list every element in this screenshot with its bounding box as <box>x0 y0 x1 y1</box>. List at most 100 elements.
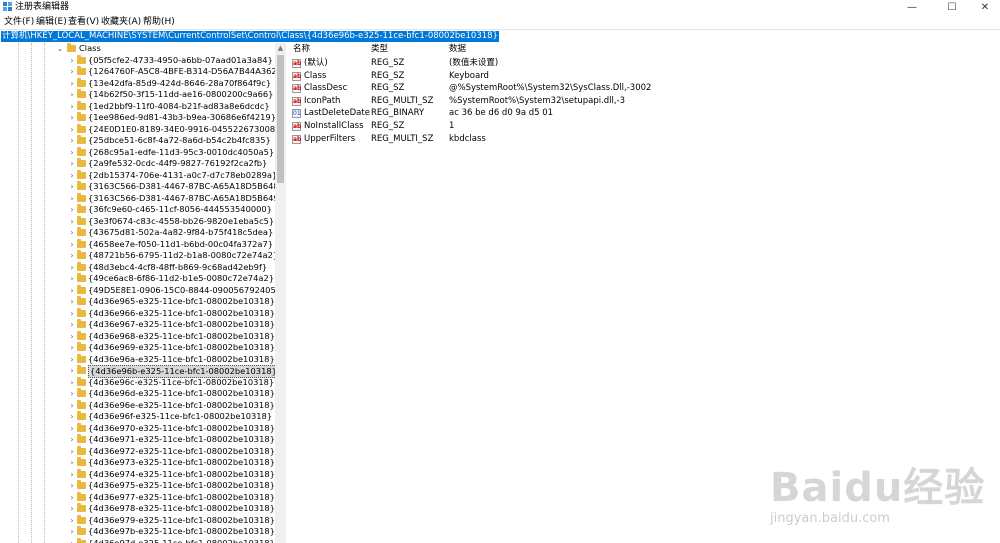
chevron-right-icon[interactable]: › <box>68 469 76 480</box>
column-header-name[interactable]: 名称 <box>293 43 310 55</box>
chevron-right-icon[interactable]: › <box>68 216 76 227</box>
tree-node[interactable]: › {48721b56-6795-11d2-b1a8-0080c72e74a2} <box>68 250 275 262</box>
tree-node[interactable]: › {05f5cfe2-4733-4950-a6bb-07aad01a3a84} <box>68 54 273 67</box>
chevron-right-icon[interactable]: › <box>68 285 76 296</box>
chevron-right-icon[interactable]: › <box>68 411 76 422</box>
chevron-right-icon[interactable]: › <box>68 66 76 77</box>
value-row[interactable]: ab Class REG_SZ Keyboard <box>289 70 1000 83</box>
menu-file[interactable]: 文件(F) <box>4 16 34 28</box>
tree-node[interactable]: › {4d36e979-e325-11ce-bfc1-08002be10318} <box>68 514 275 527</box>
chevron-right-icon[interactable]: › <box>68 377 76 388</box>
chevron-right-icon[interactable]: › <box>68 480 76 491</box>
tree-node[interactable]: › {4d36e972-e325-11ce-bfc1-08002be10318} <box>68 445 275 458</box>
chevron-right-icon[interactable]: › <box>68 181 76 192</box>
tree-node[interactable]: › {4d36e973-e325-11ce-bfc1-08002be10318} <box>68 457 275 469</box>
chevron-right-icon[interactable]: › <box>68 112 76 123</box>
column-header-type[interactable]: 类型 <box>371 43 388 55</box>
chevron-right-icon[interactable]: › <box>68 262 76 273</box>
tree-node[interactable]: › {13e42dfa-85d9-424d-8646-28a70f864f9c} <box>68 77 273 90</box>
close-button[interactable]: ✕ <box>970 0 1000 15</box>
menu-edit[interactable]: 编辑(E) <box>36 16 67 28</box>
tree-node[interactable]: › {4d36e966-e325-11ce-bfc1-08002be10318} <box>68 307 275 320</box>
scroll-up-icon[interactable]: ▲ <box>275 43 286 54</box>
chevron-right-icon[interactable]: › <box>68 388 76 399</box>
tree-node[interactable]: › {3e3f0674-c83c-4558-bb26-9820e1eba5c5} <box>68 215 274 228</box>
chevron-right-icon[interactable]: › <box>68 446 76 457</box>
tree-node[interactable]: › {1ee986ed-9d81-43b3-b9ea-30686e6f4219} <box>68 112 275 124</box>
tree-node[interactable]: › {4d36e974-e325-11ce-bfc1-08002be10318} <box>68 468 275 481</box>
tree-node[interactable]: › {36fc9e60-c465-11cf-8056-444553540000} <box>68 204 273 216</box>
tree-node[interactable]: › {4d36e96f-e325-11ce-bfc1-08002be10318} <box>68 411 273 423</box>
tree-node[interactable]: › {3163C566-D381-4467-87BC-A65A18D5B649} <box>68 192 275 205</box>
column-header-data[interactable]: 数据 <box>449 43 466 55</box>
tree-node[interactable]: › {4d36e970-e325-11ce-bfc1-08002be10318} <box>68 422 275 435</box>
chevron-right-icon[interactable]: › <box>68 526 76 537</box>
tree-node[interactable]: › {4d36e968-e325-11ce-bfc1-08002be10318} <box>68 330 275 343</box>
maximize-button[interactable]: ☐ <box>937 0 967 15</box>
menu-favorites[interactable]: 收藏夹(A) <box>101 16 141 28</box>
value-row[interactable]: 01 LastDeleteDate REG_BINARY ac 36 be d6 d0… <box>289 107 1000 120</box>
tree-node[interactable]: › {49ce6ac8-6f86-11d2-b1e5-0080c72e74a2} <box>68 273 274 285</box>
value-row[interactable]: ab UpperFilters REG_MULTI_SZ kbdclass <box>289 133 1000 146</box>
chevron-right-icon[interactable]: › <box>68 319 76 330</box>
chevron-right-icon[interactable]: › <box>68 135 76 146</box>
chevron-right-icon[interactable]: › <box>68 55 76 66</box>
value-row[interactable]: ab IconPath REG_MULTI_SZ %SystemRoot%\Syste… <box>289 95 1000 108</box>
chevron-right-icon[interactable]: › <box>68 239 76 250</box>
chevron-right-icon[interactable]: › <box>68 342 76 353</box>
chevron-right-icon[interactable]: › <box>68 308 76 319</box>
tree-node[interactable]: › {4d36e96c-e325-11ce-bfc1-08002be10318} <box>68 376 274 389</box>
menu-help[interactable]: 帮助(H) <box>143 16 175 28</box>
chevron-right-icon[interactable]: › <box>68 400 76 411</box>
tree-node[interactable]: › {24E0D1E0-8189-34E0-9916-045522673008} <box>68 123 275 136</box>
chevron-down-icon[interactable]: ⌄ <box>56 43 64 54</box>
tree-node-class[interactable]: ⌄ Class <box>56 43 256 55</box>
tree-node[interactable]: › {43675d81-502a-4a82-9f84-b75f418c5dea} <box>68 227 273 239</box>
chevron-right-icon[interactable]: › <box>68 457 76 468</box>
tree-node[interactable]: › {4d36e978-e325-11ce-bfc1-08002be10318} <box>68 503 275 515</box>
chevron-right-icon[interactable]: › <box>68 158 76 169</box>
key-tree[interactable]: ⌄ Class › {05f5cfe2-4733-4950-a6bb-07aad0… <box>0 43 275 543</box>
tree-node[interactable]: › {4d36e96a-e325-11ce-bfc1-08002be10318} <box>68 353 275 366</box>
tree-node[interactable]: › {1264760F-A5C8-4BFE-B314-D56A7B44A362} <box>68 66 275 78</box>
tree-node[interactable]: › {48d3ebc4-4cf8-48ff-b869-9c68ad42eb9f} <box>68 261 273 274</box>
chevron-right-icon[interactable]: › <box>68 227 76 238</box>
tree-node[interactable]: › {4d36e967-e325-11ce-bfc1-08002be10318} <box>68 319 275 331</box>
chevron-right-icon[interactable]: › <box>68 423 76 434</box>
chevron-right-icon[interactable]: › <box>68 515 76 526</box>
chevron-right-icon[interactable]: › <box>68 204 76 215</box>
menu-view[interactable]: 查看(V) <box>68 16 99 28</box>
chevron-right-icon[interactable]: › <box>68 78 76 89</box>
chevron-right-icon[interactable]: › <box>68 354 76 365</box>
tree-scrollbar[interactable]: ▲ <box>275 43 286 543</box>
scrollbar-thumb[interactable] <box>277 55 284 183</box>
chevron-right-icon[interactable]: › <box>68 492 76 503</box>
chevron-right-icon[interactable]: › <box>68 250 76 261</box>
tree-node[interactable]: › {2a9fe532-0cdc-44f9-9827-76192f2ca2fb} <box>68 158 273 170</box>
chevron-right-icon[interactable]: › <box>68 296 76 307</box>
chevron-right-icon[interactable]: › <box>68 538 76 543</box>
tree-node[interactable]: › {4d36e96d-e325-11ce-bfc1-08002be10318} <box>68 388 275 400</box>
tree-node[interactable]: › {3163C566-D381-4467-87BC-A65A18D5B648} <box>68 181 275 193</box>
chevron-right-icon[interactable]: › <box>68 503 76 514</box>
chevron-right-icon[interactable]: › <box>68 434 76 445</box>
value-row[interactable]: ab NoInstallClass REG_SZ 1 <box>289 120 1000 133</box>
tree-node[interactable]: › {4d36e969-e325-11ce-bfc1-08002be10318} <box>68 342 275 354</box>
address-bar[interactable]: 计算机\HKEY_LOCAL_MACHINE\SYSTEM\CurrentCon… <box>0 29 1000 44</box>
value-row[interactable]: ab ClassDesc REG_SZ @%SystemRoot%\System32\… <box>289 82 1000 95</box>
tree-node[interactable]: › {4658ee7e-f050-11d1-b6bd-00c04fa372a7} <box>68 238 273 251</box>
tree-node[interactable]: › {2db15374-706e-4131-a0c7-d7c78eb0289a} <box>68 169 275 182</box>
tree-node[interactable]: › {4d36e96e-e325-11ce-bfc1-08002be10318} <box>68 399 275 412</box>
tree-node[interactable]: › {4d36e97d-e325-11ce-bfc1-08002be10318} <box>68 537 275 543</box>
tree-node[interactable]: › {49D5E8E1-0906-15C0-8844-090056792405} <box>68 284 275 297</box>
chevron-right-icon[interactable]: › <box>68 365 76 376</box>
chevron-right-icon[interactable]: › <box>68 273 76 284</box>
chevron-right-icon[interactable]: › <box>68 101 76 112</box>
chevron-right-icon[interactable]: › <box>68 331 76 342</box>
tree-node[interactable]: › {4d36e96b-e325-11ce-bfc1-08002be10318} <box>68 365 275 378</box>
tree-node[interactable]: › {4d36e971-e325-11ce-bfc1-08002be10318} <box>68 434 275 446</box>
chevron-right-icon[interactable]: › <box>68 124 76 135</box>
tree-node[interactable]: › {4d36e965-e325-11ce-bfc1-08002be10318} <box>68 296 275 308</box>
tree-node[interactable]: › {268c95a1-edfe-11d3-95c3-0010dc4050a5} <box>68 146 274 159</box>
minimize-button[interactable]: — <box>897 0 927 15</box>
